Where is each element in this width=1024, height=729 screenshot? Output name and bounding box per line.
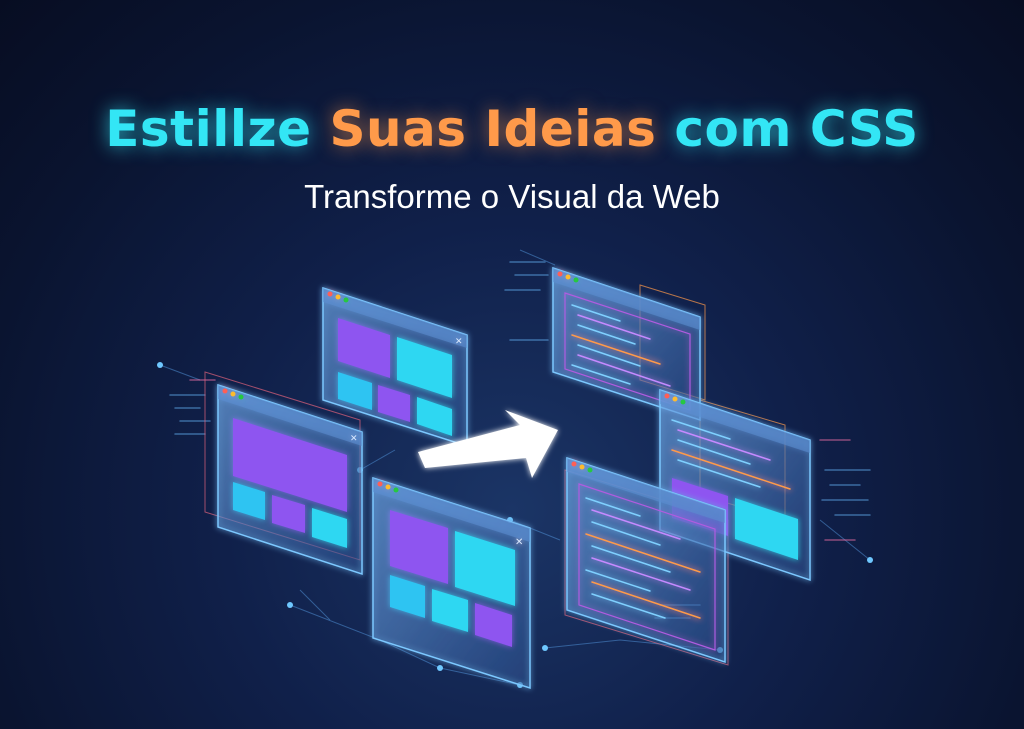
close-icon: ✕ xyxy=(455,337,463,347)
layout-window-c: ✕ xyxy=(372,476,531,690)
layout-window-a: ✕ xyxy=(322,286,468,448)
close-icon: ✕ xyxy=(350,434,358,444)
illustration: ✕ ✕ ✕ xyxy=(157,249,873,690)
layout-window-b: ✕ xyxy=(217,383,363,576)
close-icon: ✕ xyxy=(515,537,523,548)
